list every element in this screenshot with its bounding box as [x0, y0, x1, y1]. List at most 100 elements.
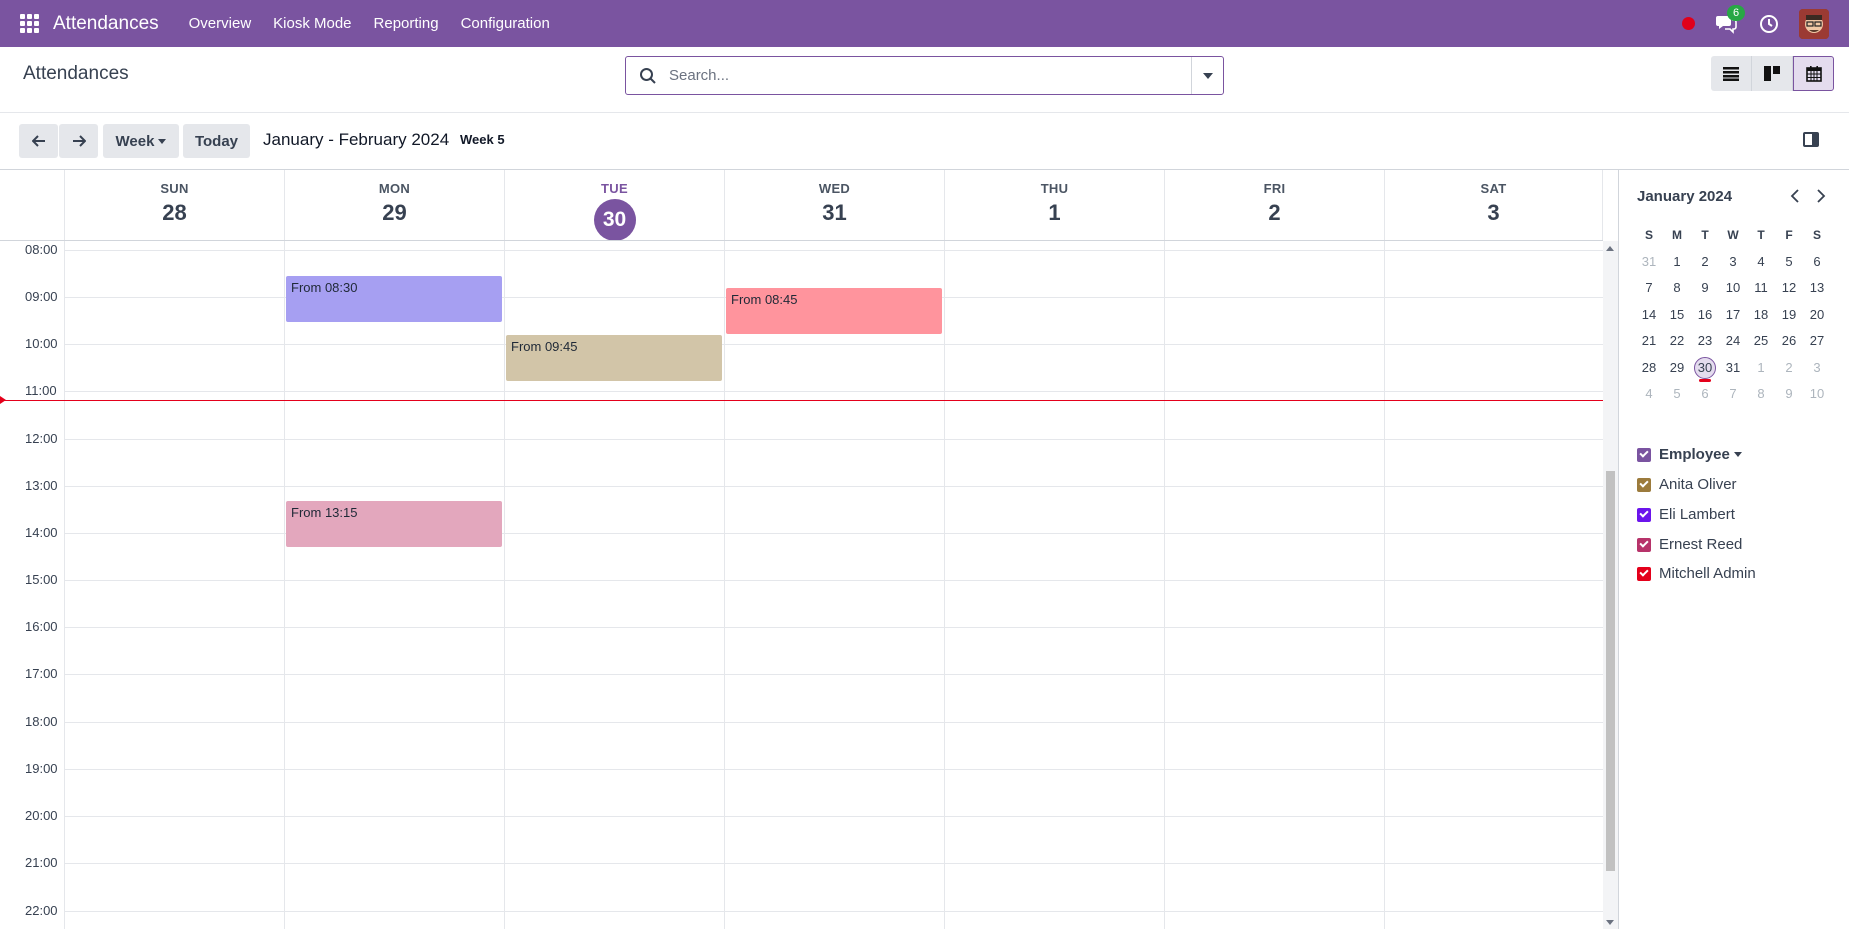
mini-day[interactable]: 8 [1747, 381, 1775, 408]
mini-day[interactable]: 29 [1663, 355, 1691, 382]
menu-reporting[interactable]: Reporting [374, 15, 439, 32]
mini-day[interactable]: 16 [1691, 302, 1719, 329]
mini-day[interactable]: 9 [1775, 381, 1803, 408]
scroll-up-icon[interactable] [1606, 246, 1614, 251]
filter-employee-header[interactable]: Employee [1637, 446, 1742, 463]
menu-configuration[interactable]: Configuration [461, 15, 550, 32]
attendance-event[interactable]: From 08:30 [286, 276, 502, 322]
previous-button[interactable] [19, 124, 58, 158]
caret-down-icon[interactable] [1733, 452, 1742, 457]
filter-item-ernest-reed[interactable]: Ernest Reed [1637, 536, 1742, 553]
mini-day[interactable]: 10 [1803, 381, 1831, 408]
checkbox-icon[interactable] [1637, 566, 1651, 581]
day-header-tue[interactable]: TUE 30 [504, 170, 724, 241]
next-button[interactable] [59, 124, 98, 158]
mini-day[interactable]: 5 [1663, 381, 1691, 408]
mini-day[interactable]: 4 [1635, 381, 1663, 408]
mini-day[interactable]: 21 [1635, 328, 1663, 355]
mini-day[interactable]: 8 [1663, 275, 1691, 302]
mini-day[interactable]: 10 [1719, 275, 1747, 302]
search-options-toggle[interactable] [1191, 57, 1223, 94]
attendance-event[interactable]: From 09:45 [506, 335, 722, 381]
user-avatar[interactable] [1799, 8, 1829, 39]
mini-day[interactable]: 11 [1747, 275, 1775, 302]
mini-day[interactable]: 24 [1719, 328, 1747, 355]
filter-item-mitchell-admin[interactable]: Mitchell Admin [1637, 565, 1756, 582]
list-view-button[interactable] [1711, 56, 1752, 91]
day-header-fri[interactable]: FRI 2 [1164, 170, 1384, 240]
mini-day[interactable]: 18 [1747, 302, 1775, 329]
mini-day[interactable]: 6 [1803, 249, 1831, 276]
recording-indicator-icon[interactable] [1682, 17, 1695, 30]
scale-dropdown[interactable]: Week [103, 124, 179, 158]
mini-day[interactable]: 3 [1719, 249, 1747, 276]
mini-day[interactable]: 17 [1719, 302, 1747, 329]
attendance-event[interactable]: From 13:15 [286, 501, 502, 547]
day-header-sun[interactable]: SUN 28 [64, 170, 284, 240]
filter-label: Anita Oliver [1659, 476, 1737, 493]
mini-day[interactable]: 15 [1663, 302, 1691, 329]
page-title: Attendances [23, 63, 129, 84]
kanban-icon [1764, 66, 1780, 81]
calendar-scrollbar[interactable] [1603, 241, 1618, 929]
mini-day[interactable]: 7 [1719, 381, 1747, 408]
checkbox-icon[interactable] [1637, 507, 1651, 522]
mini-day[interactable]: 28 [1635, 355, 1663, 382]
mini-day[interactable]: 4 [1747, 249, 1775, 276]
mini-day[interactable]: 23 [1691, 328, 1719, 355]
mini-day[interactable]: 31 [1635, 249, 1663, 276]
mini-day[interactable]: 2 [1775, 355, 1803, 382]
chevron-left-icon[interactable] [1789, 188, 1801, 204]
mini-day-today[interactable]: 30 [1691, 355, 1719, 382]
mini-day[interactable]: 14 [1635, 302, 1663, 329]
search-icon [640, 67, 656, 84]
mini-day[interactable]: 3 [1803, 355, 1831, 382]
filter-label: Mitchell Admin [1659, 565, 1756, 582]
filter-item-anita-oliver[interactable]: Anita Oliver [1637, 476, 1737, 493]
mini-day[interactable]: 20 [1803, 302, 1831, 329]
calendar-view-button[interactable] [1793, 56, 1834, 91]
today-button[interactable]: Today [183, 124, 250, 158]
menu-kiosk-mode[interactable]: Kiosk Mode [273, 15, 351, 32]
caret-down-icon [1202, 72, 1213, 79]
hour-line [64, 816, 1603, 817]
mini-day[interactable]: 19 [1775, 302, 1803, 329]
mini-day[interactable]: 26 [1775, 328, 1803, 355]
scroll-down-icon[interactable] [1606, 920, 1614, 925]
mini-day[interactable]: 1 [1747, 355, 1775, 382]
day-header-wed[interactable]: WED 31 [724, 170, 944, 240]
mini-day[interactable]: 27 [1803, 328, 1831, 355]
calendar-sidebar: January 2024 S M T W T F S 31 1 2 3 4 5 … [1618, 169, 1849, 929]
mini-day[interactable]: 9 [1691, 275, 1719, 302]
filter-item-eli-lambert[interactable]: Eli Lambert [1637, 506, 1735, 523]
app-title[interactable]: Attendances [53, 13, 159, 35]
search-bar[interactable] [625, 56, 1224, 95]
mini-day[interactable]: 31 [1719, 355, 1747, 382]
sidebar-toggle-icon[interactable] [1803, 132, 1819, 147]
mini-day[interactable]: 25 [1747, 328, 1775, 355]
chevron-right-icon[interactable] [1815, 188, 1827, 204]
mini-day[interactable]: 2 [1691, 249, 1719, 276]
day-header-sat[interactable]: SAT 3 [1384, 170, 1603, 240]
menu-overview[interactable]: Overview [189, 15, 252, 32]
attendance-event[interactable]: From 08:45 [726, 288, 942, 334]
kanban-view-button[interactable] [1752, 56, 1793, 91]
mini-day[interactable]: 6 [1691, 381, 1719, 408]
mini-day[interactable]: 13 [1803, 275, 1831, 302]
mini-day[interactable]: 12 [1775, 275, 1803, 302]
activity-clock-icon[interactable] [1759, 14, 1779, 34]
weekday-head: T [1701, 228, 1709, 242]
mini-day[interactable]: 22 [1663, 328, 1691, 355]
apps-menu-icon[interactable] [20, 13, 40, 34]
checkbox-icon[interactable] [1637, 477, 1651, 492]
mini-day[interactable]: 1 [1663, 249, 1691, 276]
messaging-button[interactable]: 6 [1715, 4, 1746, 36]
day-header-mon[interactable]: MON 29 [284, 170, 504, 240]
day-header-thu[interactable]: THU 1 [944, 170, 1164, 240]
scroll-thumb[interactable] [1606, 471, 1615, 871]
checkbox-icon[interactable] [1637, 537, 1651, 552]
mini-day[interactable]: 7 [1635, 275, 1663, 302]
checkbox-icon[interactable] [1637, 447, 1651, 462]
search-input[interactable] [669, 67, 1169, 84]
mini-day[interactable]: 5 [1775, 249, 1803, 276]
